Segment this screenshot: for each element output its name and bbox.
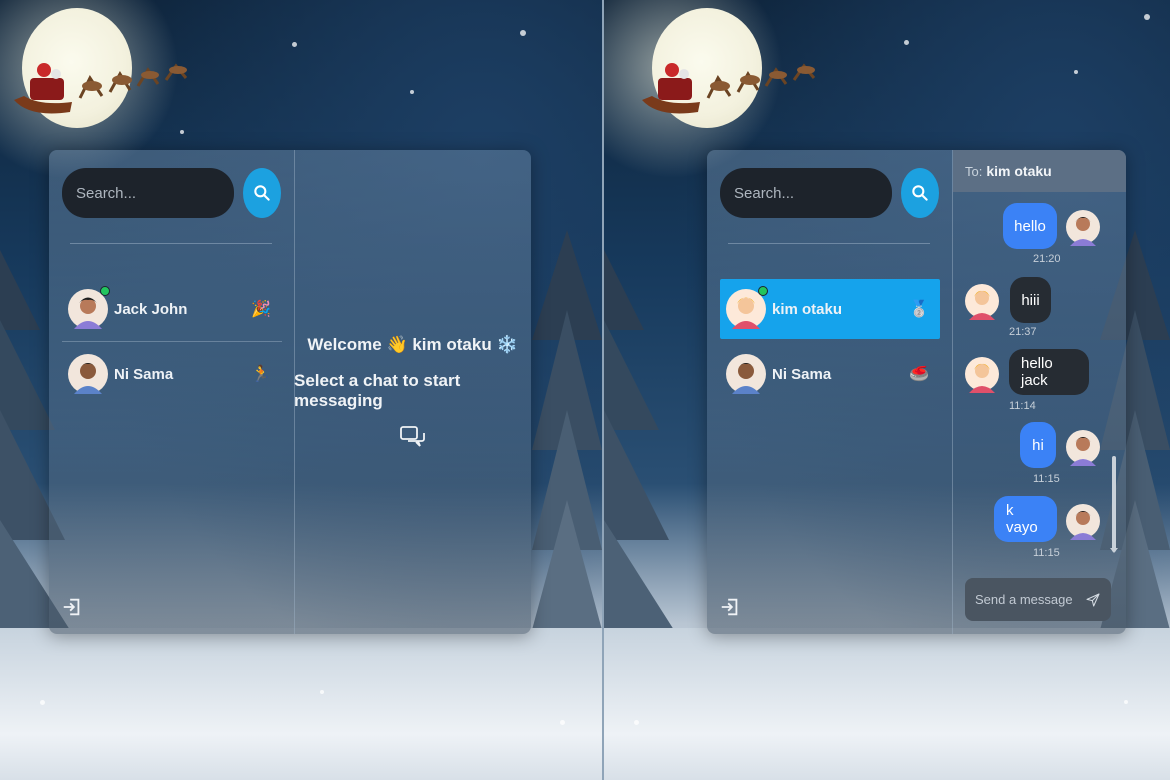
welcome-message: Welcome 👋 kim otaku ❄️ — [307, 335, 517, 355]
conversation-item-jack-john[interactable]: Jack John 🎉 — [62, 279, 282, 339]
search-icon — [254, 185, 270, 201]
santa-sleigh-image — [642, 63, 816, 114]
avatar — [965, 280, 999, 322]
message-time: 21:20 — [1033, 253, 1061, 265]
conversation-name: kim otaku — [772, 300, 843, 318]
search-button[interactable] — [243, 168, 281, 218]
message-bubble-sent: hello — [1003, 203, 1057, 249]
conversation-name: Ni Sama — [772, 365, 832, 383]
conversation-item-ni-sama[interactable]: Ni Sama 🥌 — [720, 344, 940, 404]
search-input[interactable] — [720, 168, 892, 218]
welcome-subtitle: Select a chat to start messaging — [294, 371, 461, 410]
conversation-item-kim-otaku[interactable]: kim otaku 🥈 — [720, 279, 940, 339]
sidebar: Jack John 🎉 Ni Sama 🏃 — [49, 150, 295, 634]
avatar — [1066, 426, 1100, 468]
avatar — [1066, 206, 1100, 248]
logout-icon[interactable] — [719, 596, 741, 618]
chat-window: kim otaku 🥈 Ni Sama 🥌 To: kim otaku — [707, 150, 1126, 634]
no-chat-selected: Welcome 👋 kim otaku ❄️ Select a chat to … — [294, 150, 531, 634]
message-time: 11:15 — [1033, 473, 1060, 485]
waving-hand-icon: 👋 — [386, 335, 408, 354]
right-screen: kim otaku 🥈 Ni Sama 🥌 To: kim otaku — [604, 0, 1170, 780]
welcome-prefix: Welcome — [307, 335, 382, 354]
snowflake-icon: ❄️ — [496, 335, 518, 354]
left-screen: Jack John 🎉 Ni Sama 🏃 Welcome 👋 — [0, 0, 602, 780]
search-icon — [912, 185, 928, 201]
conversation-item-ni-sama[interactable]: Ni Sama 🏃 — [62, 344, 282, 404]
message-bubble-sent: hi — [1020, 422, 1056, 468]
message-input[interactable] — [965, 578, 1085, 621]
avatar — [965, 353, 999, 395]
search-field[interactable] — [62, 168, 234, 218]
snow-ground — [0, 628, 602, 780]
message-container: To: kim otaku hello 21:20 hiii 21:37 hel… — [953, 150, 1126, 634]
snow-ground — [604, 628, 1170, 780]
divider — [70, 243, 272, 244]
conversation-name: Jack John — [114, 300, 188, 318]
divider — [728, 243, 930, 244]
message-bubble-sent: k vayo — [994, 496, 1057, 542]
message-time: 11:15 — [1033, 547, 1060, 559]
search-field[interactable] — [720, 168, 892, 218]
message-time: 11:14 — [1009, 400, 1036, 412]
party-popper-icon: 🎉 — [251, 301, 271, 318]
send-icon[interactable] — [1085, 591, 1101, 609]
avatar — [68, 286, 110, 329]
online-indicator — [100, 286, 110, 296]
online-indicator — [758, 286, 768, 296]
search-button[interactable] — [901, 168, 939, 218]
welcome-username: kim otaku — [412, 335, 492, 354]
scroll-down-arrow-icon[interactable] — [1110, 548, 1118, 553]
curling-stone-icon: 🥌 — [909, 366, 929, 383]
message-bubble-received: hiii — [1010, 277, 1051, 323]
recipient-name: kim otaku — [986, 163, 1052, 179]
divider — [62, 341, 282, 342]
avatar — [68, 354, 108, 394]
scrollbar[interactable] — [1112, 202, 1116, 552]
chat-header: To: kim otaku — [953, 150, 1126, 192]
conversation-name: Ni Sama — [114, 365, 174, 383]
snowy-tree-image — [604, 250, 674, 630]
running-person-icon: 🏃 — [251, 366, 271, 383]
chat-bubbles-icon — [399, 426, 425, 447]
snowy-tree-image — [532, 230, 602, 630]
sidebar: kim otaku 🥈 Ni Sama 🥌 — [707, 150, 953, 634]
logout-icon[interactable] — [61, 596, 83, 618]
santa-sleigh-image — [14, 63, 188, 114]
medal-icon: 🥈 — [909, 301, 929, 318]
to-label: To: — [965, 163, 983, 179]
chat-window: Jack John 🎉 Ni Sama 🏃 Welcome 👋 — [49, 150, 531, 634]
message-input-field[interactable] — [965, 578, 1111, 621]
avatar — [1066, 500, 1100, 542]
message-bubble-received: hello jack — [1009, 349, 1089, 395]
avatar — [726, 286, 768, 329]
scrollbar-thumb[interactable] — [1112, 456, 1116, 552]
message-time: 21:37 — [1009, 326, 1037, 338]
search-input[interactable] — [62, 168, 234, 218]
avatar — [726, 354, 766, 394]
